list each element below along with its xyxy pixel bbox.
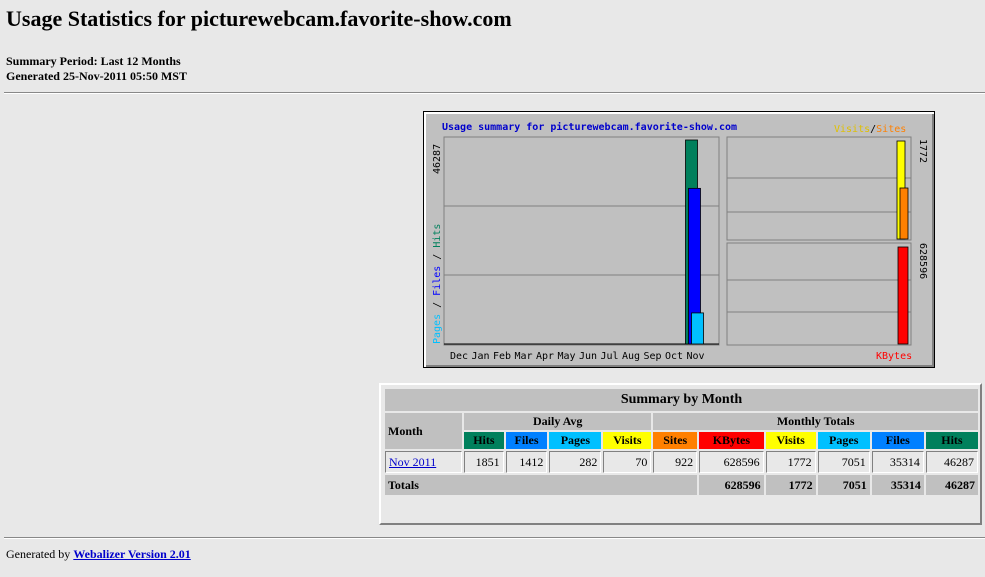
right-bottom-panel <box>726 242 912 346</box>
legend-kbytes: KBytes <box>876 351 912 362</box>
month-tick-label: Feb <box>493 351 511 362</box>
legend-visits: Visits <box>834 124 870 135</box>
right-bottom-max: 628596 <box>917 243 928 279</box>
month-header: Month <box>385 413 463 449</box>
divider-top <box>4 92 985 94</box>
summary-table: Summary by Month Month Daily Avg Monthly… <box>383 387 980 497</box>
legend-sites: Sites <box>876 124 906 135</box>
graph-legend-top: Visits/Sites <box>834 124 906 135</box>
month-tick-label: Aug <box>622 351 640 362</box>
total-hits: 46287 <box>925 475 978 495</box>
graph-title: Usage summary for picturewebcam.favorite… <box>442 121 737 133</box>
col-avg-files: Files <box>505 432 548 449</box>
month-link[interactable]: Nov 2011 <box>389 455 436 469</box>
total-kbytes: 628596 <box>699 475 764 495</box>
summary-by-month-panel: Summary by Month Month Daily Avg Monthly… <box>379 383 982 525</box>
month-tick-label: Jul <box>601 351 619 362</box>
col-sites: Sites <box>653 432 698 449</box>
summary-heading: Summary by Month <box>385 389 978 411</box>
left-axis-legend: Pages / Files / Hits <box>432 224 443 344</box>
page-meta: Summary Period: Last 12 Months Generated… <box>6 54 187 84</box>
col-hits: Hits <box>925 432 978 449</box>
totals-row: Totals 628596 1772 7051 35314 46287 <box>385 475 978 495</box>
month-tick-label: Apr <box>536 351 554 362</box>
col-avg-visits: Visits <box>603 432 652 449</box>
col-files: Files <box>871 432 924 449</box>
left-panel <box>443 136 720 346</box>
total-files: 35314 <box>871 475 924 495</box>
generated-date: Generated 25-Nov-2011 05:50 MST <box>6 69 187 83</box>
graph-canvas: Usage summary for picturewebcam.favorite… <box>432 121 928 362</box>
total-visits: 1772 <box>765 475 816 495</box>
left-axis-max: 46287 <box>432 144 443 174</box>
col-avg-hits: Hits <box>464 432 504 449</box>
sites-cell: 922 <box>653 451 698 473</box>
month-tick-label: Dec <box>450 351 468 362</box>
total-pages: 7051 <box>817 475 870 495</box>
col-pages: Pages <box>817 432 870 449</box>
month-tick-label: Nov <box>687 351 705 362</box>
col-avg-pages: Pages <box>549 432 602 449</box>
col-kbytes: KBytes <box>699 432 764 449</box>
avg-files-cell: 1412 <box>505 451 548 473</box>
footer: Generated by Webalizer Version 2.01 <box>6 547 191 562</box>
month-tick-label: Jan <box>472 351 490 362</box>
kbytes-cell: 628596 <box>699 451 764 473</box>
legend-hits: Hits <box>432 224 443 248</box>
daily-avg-header: Daily Avg <box>464 413 652 430</box>
totals-label: Totals <box>385 475 698 495</box>
month-tick-label: Oct <box>665 351 683 362</box>
month-cell: Nov 2011 <box>385 451 463 473</box>
right-top-max: 1772 <box>917 139 928 163</box>
avg-visits-cell: 70 <box>603 451 652 473</box>
files-cell: 35314 <box>871 451 924 473</box>
footer-prefix: Generated by <box>6 547 74 561</box>
month-tick-label: Mar <box>515 351 533 362</box>
avg-hits-cell: 1851 <box>464 451 504 473</box>
avg-pages-cell: 282 <box>549 451 602 473</box>
page-title: Usage Statistics for picturewebcam.favor… <box>6 6 512 31</box>
hits-cell: 46287 <box>925 451 978 473</box>
visits-cell: 1772 <box>765 451 816 473</box>
usage-summary-graph: Usage summary for picturewebcam.favorite… <box>423 111 935 368</box>
legend-pages: Pages <box>432 314 443 344</box>
table-row: Nov 2011 1851 1412 282 70 922 628596 177… <box>385 451 978 473</box>
col-visits: Visits <box>765 432 816 449</box>
pages-bar <box>691 312 704 345</box>
month-tick-label: Jun <box>579 351 597 362</box>
right-top-panel <box>726 136 912 241</box>
kbytes-bar <box>897 246 909 345</box>
divider-bottom <box>4 537 985 539</box>
sites-bar <box>899 187 909 240</box>
summary-period: Summary Period: Last 12 Months <box>6 54 181 68</box>
webalizer-link[interactable]: Webalizer Version 2.01 <box>73 547 190 561</box>
month-tick-label: May <box>558 351 576 362</box>
legend-files: Files <box>432 266 443 296</box>
monthly-totals-header: Monthly Totals <box>653 413 978 430</box>
pages-cell: 7051 <box>817 451 870 473</box>
month-tick-label: Sep <box>644 351 662 362</box>
